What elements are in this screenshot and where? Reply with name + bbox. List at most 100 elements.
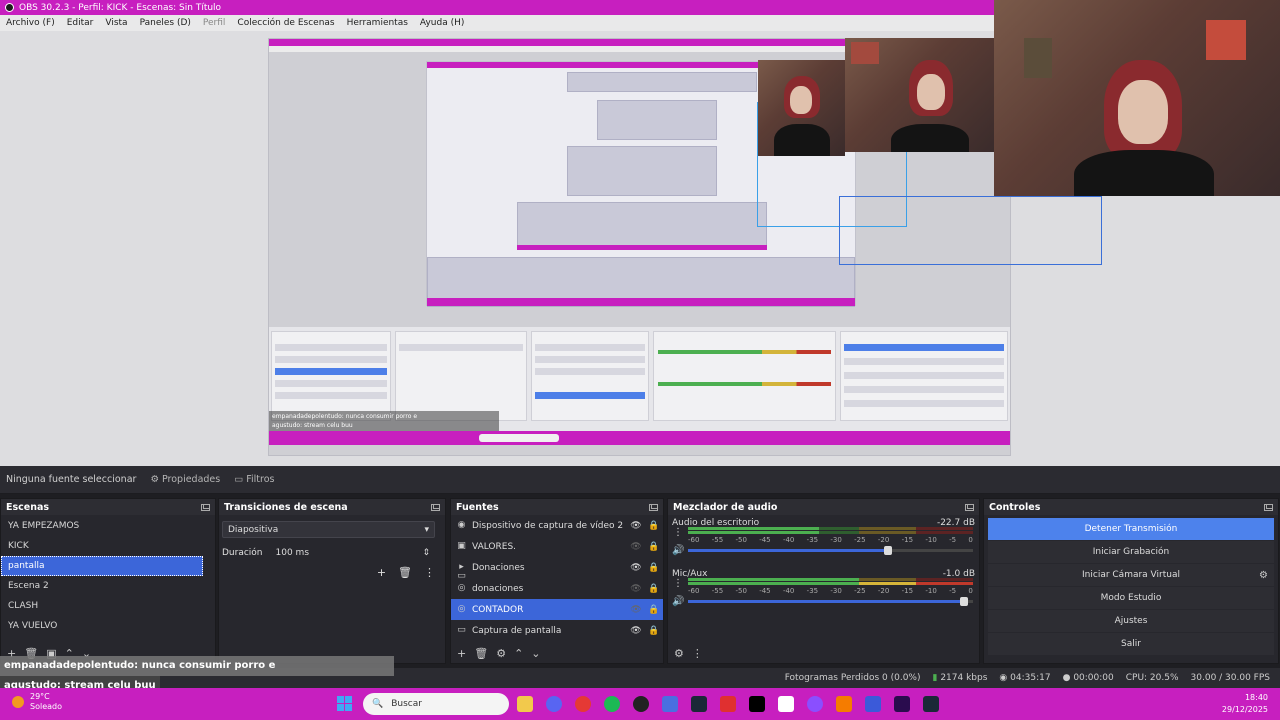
- nested-chat: empanadadepolentudo: nunca consumir porr…: [269, 411, 499, 431]
- app-icon[interactable]: [865, 696, 881, 712]
- visibility-eye-icon[interactable]: 👁: [630, 605, 642, 615]
- lock-icon[interactable]: 🔒: [648, 605, 659, 615]
- advanced-audio-icon[interactable]: ⚙: [674, 647, 684, 660]
- spotify-icon[interactable]: [604, 696, 620, 712]
- undock-icon[interactable]: [201, 503, 210, 511]
- speaker-icon[interactable]: 🔊: [672, 596, 684, 607]
- app-icon[interactable]: [807, 696, 823, 712]
- source-bounding-box[interactable]: [839, 196, 1102, 265]
- source-item[interactable]: ◉ Dispositivo de captura de vídeo 2 👁 🔒: [451, 515, 663, 536]
- source-item[interactable]: ◎ donaciones 👁 🔒: [451, 578, 663, 599]
- weather-widget[interactable]: 29°C Soleado: [12, 692, 62, 712]
- visibility-eye-icon[interactable]: 👁: [630, 563, 642, 573]
- undock-icon[interactable]: [431, 503, 440, 511]
- nested-docks: empanadadepolentudo: nunca consumir porr…: [269, 327, 1010, 445]
- menu-coleccion-escenas[interactable]: Colección de Escenas: [231, 18, 340, 28]
- source-item[interactable]: ◎ CONTADOR 👁 🔒: [451, 599, 663, 620]
- notion-icon[interactable]: [778, 696, 794, 712]
- app-icon[interactable]: [720, 696, 736, 712]
- menu-archivo[interactable]: Archivo (F): [0, 18, 61, 28]
- mixer-channel: Audio del escritorio -22.7 dB ⋮ -60 -55 -50 -4…: [668, 515, 979, 566]
- more-options-icon[interactable]: ⋮: [424, 566, 435, 579]
- speaker-icon[interactable]: 🔊: [672, 545, 684, 556]
- move-up-icon[interactable]: ⌃: [514, 647, 523, 660]
- source-label: Dispositivo de captura de vídeo 2: [472, 520, 624, 531]
- undock-icon[interactable]: [1264, 503, 1273, 511]
- capcut-icon[interactable]: [749, 696, 765, 712]
- properties-button[interactable]: ⚙ Propiedades: [150, 474, 220, 485]
- cpu-usage: CPU: 20.5%: [1125, 673, 1179, 683]
- windows-taskbar: 29°C Soleado 🔍 Buscar 18:40 29/12/2025: [0, 688, 1280, 720]
- scene-item[interactable]: CLASH: [1, 596, 215, 616]
- search-icon: 🔍: [372, 699, 384, 709]
- menu-ayuda[interactable]: Ayuda (H): [414, 18, 470, 28]
- channel-menu-icon[interactable]: ⋮: [673, 578, 683, 589]
- filters-button[interactable]: ▭ Filtros: [234, 474, 274, 485]
- volume-slider[interactable]: [688, 546, 973, 555]
- start-virtual-camera-button[interactable]: Iniciar Cámara Virtual ⚙: [988, 564, 1274, 586]
- lock-icon[interactable]: 🔒: [648, 521, 659, 531]
- lock-icon[interactable]: 🔒: [648, 626, 659, 636]
- volume-slider[interactable]: [688, 597, 973, 606]
- spinner-icon[interactable]: ⇕: [422, 548, 430, 558]
- system-clock[interactable]: 18:40 29/12/2025: [1222, 692, 1268, 716]
- remove-transition-icon[interactable]: 🗑: [398, 566, 412, 579]
- menu-vista[interactable]: Vista: [99, 18, 133, 28]
- slider-handle[interactable]: [883, 546, 892, 555]
- steam-icon[interactable]: [691, 696, 707, 712]
- chevron-down-icon: ▾: [424, 524, 429, 535]
- add-source-icon[interactable]: +: [457, 647, 466, 660]
- exit-button[interactable]: Salir: [988, 633, 1274, 655]
- visibility-eye-icon[interactable]: 👁: [630, 584, 642, 594]
- chat-message: empanadadepolentudo: nunca consumir porr…: [0, 656, 394, 676]
- discord-icon[interactable]: [546, 696, 562, 712]
- gear-icon[interactable]: ⚙: [1259, 570, 1268, 581]
- visibility-eye-icon[interactable]: 👁: [630, 626, 642, 636]
- duration-input[interactable]: 100 ms ⇕: [271, 544, 435, 561]
- lock-icon[interactable]: 🔒: [648, 563, 659, 573]
- start-button[interactable]: [337, 696, 352, 711]
- duration-label: Duración: [222, 547, 263, 558]
- chrome-icon[interactable]: [575, 696, 591, 712]
- transition-select[interactable]: Diapositiva ▾: [222, 521, 435, 538]
- scene-item[interactable]: Escena 2: [1, 576, 215, 596]
- source-item[interactable]: ▭ Captura de pantalla 👁 🔒: [451, 620, 663, 641]
- menu-herramientas[interactable]: Herramientas: [341, 18, 414, 28]
- source-item[interactable]: ▸ ▭ Donaciones 👁 🔒: [451, 557, 663, 581]
- source-item[interactable]: ▣ VALORES. 👁 🔒: [451, 536, 663, 557]
- sources-title: Fuentes: [456, 501, 499, 513]
- visibility-eye-icon[interactable]: 👁: [630, 542, 642, 552]
- start-recording-button[interactable]: Iniciar Grabación: [988, 541, 1274, 563]
- lock-icon[interactable]: 🔒: [648, 542, 659, 552]
- menu-paneles[interactable]: Paneles (D): [134, 18, 197, 28]
- studio-mode-button[interactable]: Modo Estudio: [988, 587, 1274, 609]
- menu-perfil[interactable]: Perfil: [197, 18, 232, 28]
- menu-editar[interactable]: Editar: [61, 18, 100, 28]
- scene-item-selected[interactable]: pantalla: [1, 556, 203, 576]
- more-options-icon[interactable]: ⋮: [692, 647, 703, 660]
- undock-icon[interactable]: [965, 503, 974, 511]
- channel-menu-icon[interactable]: ⋮: [673, 527, 683, 538]
- lock-icon[interactable]: 🔒: [648, 584, 659, 594]
- visibility-eye-icon[interactable]: 👁: [630, 521, 642, 531]
- source-properties-icon[interactable]: ⚙: [496, 647, 506, 660]
- stream-time: ◉ 04:35:17: [999, 673, 1051, 683]
- stop-streaming-button[interactable]: Detener Transmisión: [988, 518, 1274, 540]
- premiere-icon[interactable]: [894, 696, 910, 712]
- app-icon[interactable]: [923, 696, 939, 712]
- slider-handle[interactable]: [960, 597, 969, 606]
- scene-item[interactable]: KICK: [1, 536, 215, 556]
- scene-item[interactable]: YA VUELVO: [1, 616, 215, 636]
- add-transition-icon[interactable]: +: [377, 566, 386, 579]
- settings-button[interactable]: Ajustes: [988, 610, 1274, 632]
- app-icon[interactable]: [662, 696, 678, 712]
- undock-icon[interactable]: [649, 503, 658, 511]
- scene-item[interactable]: YA EMPEZAMOS: [1, 516, 215, 536]
- taskbar-search[interactable]: 🔍 Buscar: [363, 693, 509, 715]
- app-icon[interactable]: [836, 696, 852, 712]
- preview-area[interactable]: empanadadepolentudo: nunca consumir porr…: [0, 0, 1280, 466]
- file-explorer-icon[interactable]: [517, 696, 533, 712]
- move-down-icon[interactable]: ⌄: [531, 647, 540, 660]
- remove-source-icon[interactable]: 🗑: [474, 647, 488, 660]
- obs-icon[interactable]: [633, 696, 649, 712]
